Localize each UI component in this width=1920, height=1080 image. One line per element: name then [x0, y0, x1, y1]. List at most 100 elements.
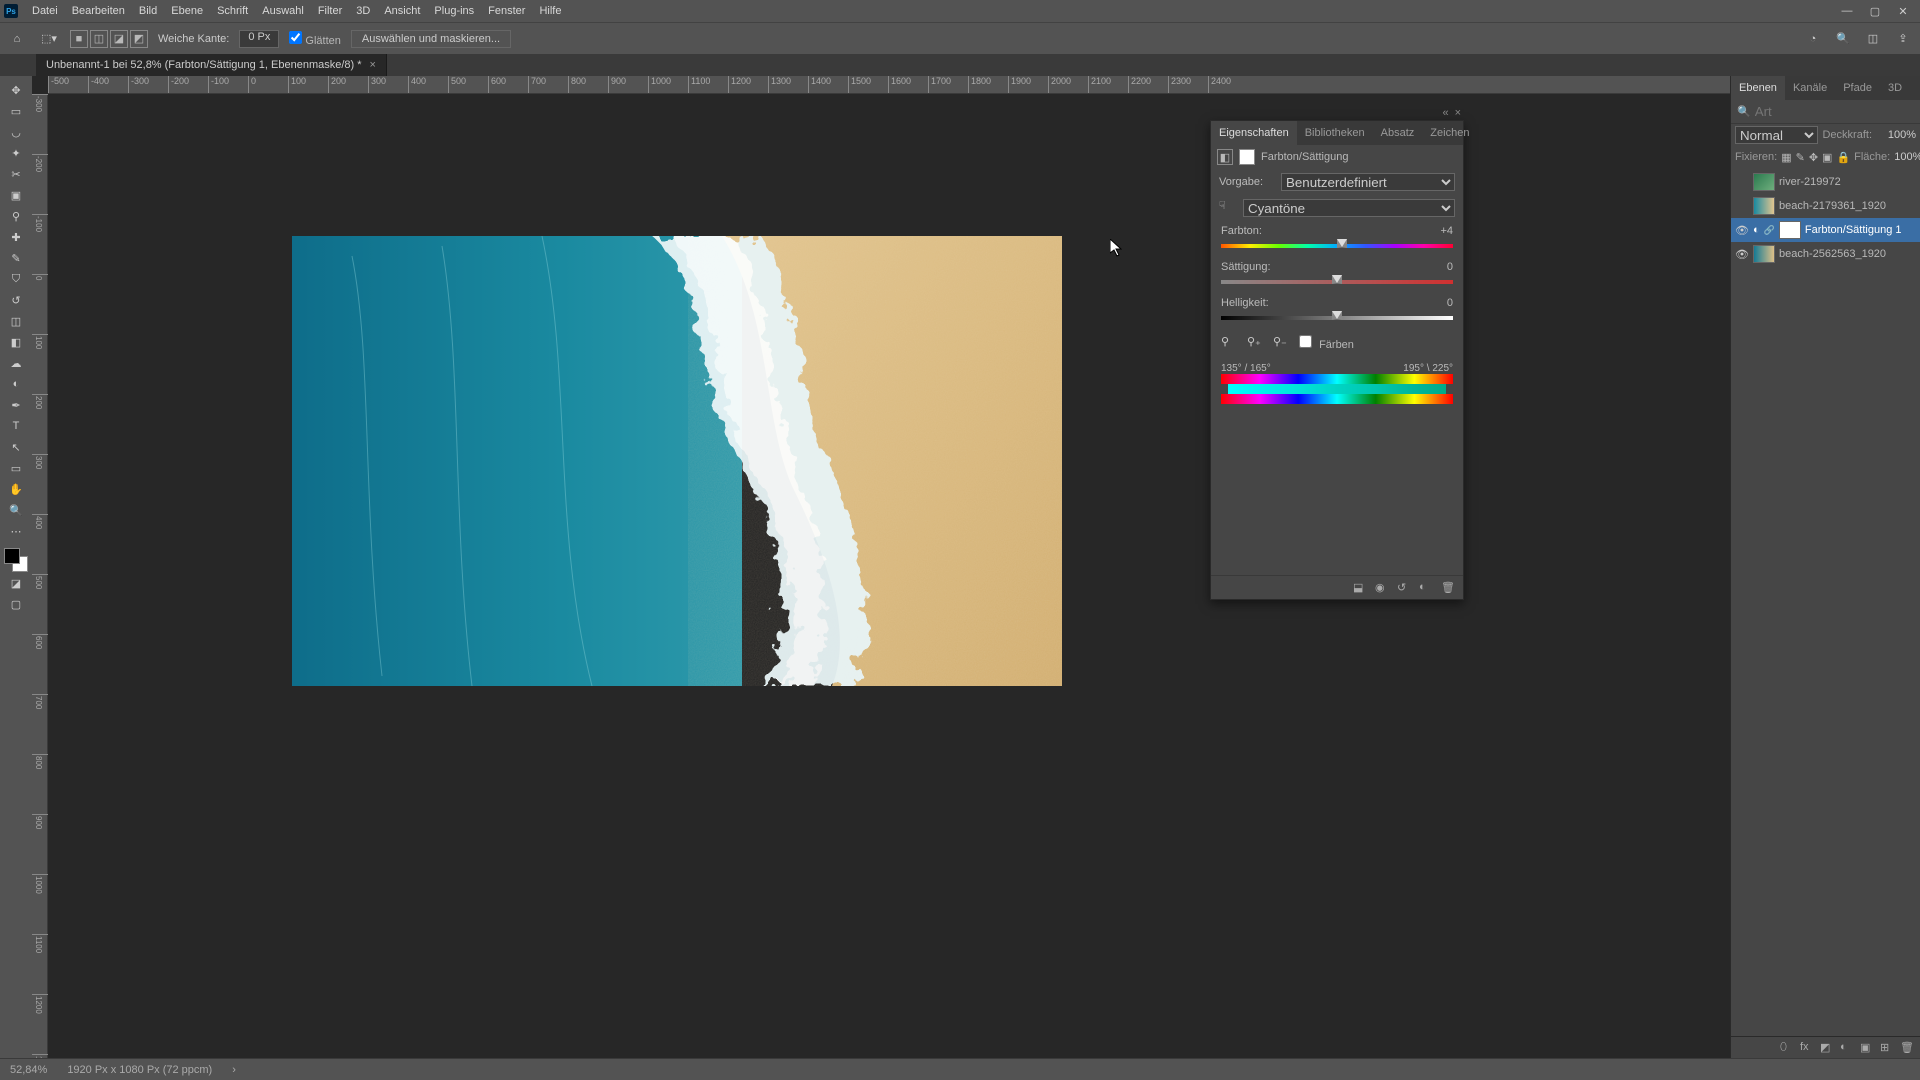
properties-panel[interactable]: «× Eigenschaften Bibliotheken Absatz Zei…: [1210, 120, 1464, 600]
feather-input[interactable]: 0 Px: [239, 30, 279, 48]
history-brush-icon[interactable]: ↺: [4, 290, 28, 310]
fx-icon[interactable]: fx: [1800, 1041, 1814, 1055]
scrub-icon[interactable]: ☟: [1219, 199, 1237, 217]
hand-tool-icon[interactable]: ✋: [4, 479, 28, 499]
layer-name[interactable]: beach-2562563_1920: [1779, 248, 1916, 260]
layer-name[interactable]: river-219972: [1779, 176, 1916, 188]
layers-panel[interactable]: Ebenen Kanäle Pfade 3D 🔍 ▦ ◐ T ▭ ◫ Norma…: [1730, 76, 1920, 1058]
adjustment-add-icon[interactable]: ◐: [1840, 1041, 1854, 1055]
sub-selection-icon[interactable]: ◪: [110, 30, 128, 48]
menu-3d[interactable]: 3D: [356, 5, 370, 17]
doc-info-arrow-icon[interactable]: ›: [232, 1064, 236, 1076]
path-tool-icon[interactable]: ↖: [4, 437, 28, 457]
visibility-icon[interactable]: 👁: [1735, 223, 1749, 237]
trash-icon[interactable]: 🗑: [1441, 581, 1455, 595]
fill-value[interactable]: 100%: [1894, 151, 1920, 163]
edit-toolbar-icon[interactable]: ⋯: [4, 521, 28, 541]
link-icon[interactable]: 🔗: [1764, 225, 1775, 236]
crop-tool-icon[interactable]: ✂: [4, 164, 28, 184]
blend-mode-select[interactable]: Normal: [1735, 126, 1818, 144]
lock-pos-icon[interactable]: ✥: [1809, 151, 1818, 164]
preset-select[interactable]: Benutzerdefiniert: [1281, 173, 1455, 191]
frame-tool-icon[interactable]: ▣: [4, 185, 28, 205]
tab-kanaele[interactable]: Kanäle: [1785, 76, 1835, 100]
zoom-level[interactable]: 52,84%: [10, 1064, 47, 1076]
collapse-panel-icon[interactable]: «: [1442, 107, 1448, 119]
close-button[interactable]: ✕: [1890, 2, 1916, 20]
stamp-tool-icon[interactable]: ⛉: [4, 269, 28, 289]
dodge-tool-icon[interactable]: ◐: [4, 374, 28, 394]
tab-absatz[interactable]: Absatz: [1373, 121, 1423, 145]
brush-tool-icon[interactable]: ✎: [4, 248, 28, 268]
opacity-value[interactable]: 100%: [1876, 129, 1916, 141]
color-swatch[interactable]: [4, 548, 28, 572]
menu-filter[interactable]: Filter: [318, 5, 342, 17]
lasso-tool-icon[interactable]: ◡: [4, 122, 28, 142]
menu-schrift[interactable]: Schrift: [217, 5, 248, 17]
color-range-select[interactable]: Cyantöne: [1243, 199, 1455, 217]
layer-mask[interactable]: [1779, 221, 1801, 239]
menu-bearbeiten[interactable]: Bearbeiten: [72, 5, 125, 17]
maximize-button[interactable]: ▢: [1862, 2, 1888, 20]
type-tool-icon[interactable]: T: [4, 416, 28, 436]
select-and-mask-button[interactable]: Auswählen und maskieren...: [351, 30, 511, 48]
close-tab-icon[interactable]: ×: [370, 59, 376, 71]
home-icon[interactable]: ⌂: [6, 28, 28, 50]
layer-thumb[interactable]: [1753, 245, 1775, 263]
new-selection-icon[interactable]: ■: [70, 30, 88, 48]
menu-datei[interactable]: Datei: [32, 5, 58, 17]
canvas-area[interactable]: -500-400-300-200-10001002003004005006007…: [32, 76, 1920, 1058]
zoom-tool-icon[interactable]: 🔍: [4, 500, 28, 520]
saturation-value[interactable]: 0: [1447, 261, 1453, 273]
doc-info[interactable]: 1920 Px x 1080 Px (72 ppcm): [67, 1064, 212, 1076]
antialias-checkbox[interactable]: Glätten: [289, 31, 341, 47]
tab-ebenen[interactable]: Ebenen: [1731, 76, 1785, 100]
layer-row[interactable]: 👁 ◐ 🔗 Farbton/Sättigung 1: [1731, 218, 1920, 242]
eyedropper-icon[interactable]: ⚲: [1221, 335, 1237, 351]
healing-tool-icon[interactable]: ✚: [4, 227, 28, 247]
menu-plugins[interactable]: Plug-ins: [434, 5, 474, 17]
toggle-visibility-icon[interactable]: ◐: [1419, 581, 1433, 595]
workspace-icon[interactable]: ◫: [1862, 28, 1884, 50]
cloud-icon[interactable]: ◔: [1802, 28, 1824, 50]
close-panel-icon[interactable]: ×: [1455, 107, 1461, 119]
hue-value[interactable]: +4: [1440, 225, 1453, 237]
menu-ansicht[interactable]: Ansicht: [384, 5, 420, 17]
tab-eigenschaften[interactable]: Eigenschaften: [1211, 121, 1297, 145]
marquee-tool-icon[interactable]: ▭: [4, 101, 28, 121]
view-previous-icon[interactable]: ◉: [1375, 581, 1389, 595]
canvas-image[interactable]: [292, 236, 1062, 686]
lock-nest-icon[interactable]: ▣: [1822, 151, 1832, 164]
screenmode-icon[interactable]: ▢: [4, 594, 28, 614]
visibility-icon[interactable]: 👁: [1735, 247, 1749, 261]
layer-row[interactable]: 👁 beach-2562563_1920: [1731, 242, 1920, 266]
search-icon[interactable]: 🔍: [1737, 105, 1751, 118]
search-icon[interactable]: 🔍: [1832, 28, 1854, 50]
tab-bibliotheken[interactable]: Bibliotheken: [1297, 121, 1373, 145]
menu-fenster[interactable]: Fenster: [488, 5, 525, 17]
pen-tool-icon[interactable]: ✒: [4, 395, 28, 415]
eyedropper-sub-icon[interactable]: ⚲₋: [1273, 335, 1289, 351]
lock-paint-icon[interactable]: ✎: [1796, 151, 1805, 164]
lock-trans-icon[interactable]: ▦: [1781, 151, 1791, 164]
mask-icon[interactable]: [1239, 149, 1255, 165]
tab-pfade[interactable]: Pfade: [1835, 76, 1880, 100]
tool-preset-icon[interactable]: ⬚▾: [38, 28, 60, 50]
quickmask-icon[interactable]: ◪: [4, 573, 28, 593]
new-layer-icon[interactable]: ⊞: [1880, 1041, 1894, 1055]
hue-slider-thumb[interactable]: [1337, 239, 1347, 248]
reset-icon[interactable]: ↺: [1397, 581, 1411, 595]
link-layers-icon[interactable]: ⬯: [1780, 1041, 1794, 1055]
layer-name[interactable]: Farbton/Sättigung 1: [1805, 224, 1916, 236]
document-tab[interactable]: Unbenannt-1 bei 52,8% (Farbton/Sättigung…: [36, 54, 387, 76]
clip-icon[interactable]: ⬓: [1353, 581, 1367, 595]
mask-add-icon[interactable]: ◩: [1820, 1041, 1834, 1055]
trash-icon[interactable]: 🗑: [1900, 1041, 1914, 1055]
minimize-button[interactable]: —: [1834, 2, 1860, 20]
share-icon[interactable]: ⇪: [1892, 28, 1914, 50]
tab-3d[interactable]: 3D: [1880, 76, 1910, 100]
layer-thumb[interactable]: [1753, 173, 1775, 191]
lightness-value[interactable]: 0: [1447, 297, 1453, 309]
visibility-icon[interactable]: [1735, 199, 1749, 213]
eyedropper-tool-icon[interactable]: ⚲: [4, 206, 28, 226]
